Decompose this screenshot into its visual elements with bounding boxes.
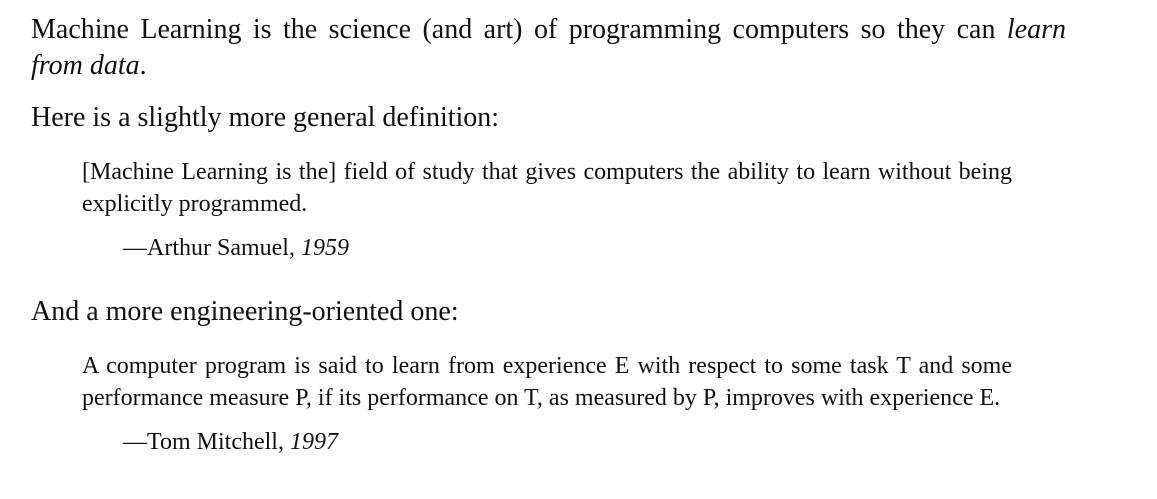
mitchell-attribution: —Tom Mitchell, 1997 [123,426,1071,458]
samuel-attribution-year: 1959 [300,235,349,261]
document-page: Machine Learning is the science (and art… [31,12,1071,458]
definition-end-punctuation: . [139,50,147,81]
samuel-quote: [Machine Learning is the] field of study… [82,159,1012,217]
engineering-definition-intro: And a more engineering-oriented one: [31,296,459,327]
samuel-attribution-name: —Arthur Samuel, [123,235,301,261]
mitchell-attribution-name: —Tom Mitchell, [123,429,290,455]
ml-definition-paragraph: Machine Learning is the science (and art… [31,12,1066,84]
samuel-attribution: —Arthur Samuel, 1959 [123,232,1071,264]
mitchell-attribution-year: 1997 [289,429,338,455]
mitchell-quote: A computer program is said to learn from… [82,353,1012,411]
definition-lead-text: Machine Learning is the science (and art… [31,14,1007,45]
general-definition-intro: Here is a slightly more general definiti… [31,102,500,133]
